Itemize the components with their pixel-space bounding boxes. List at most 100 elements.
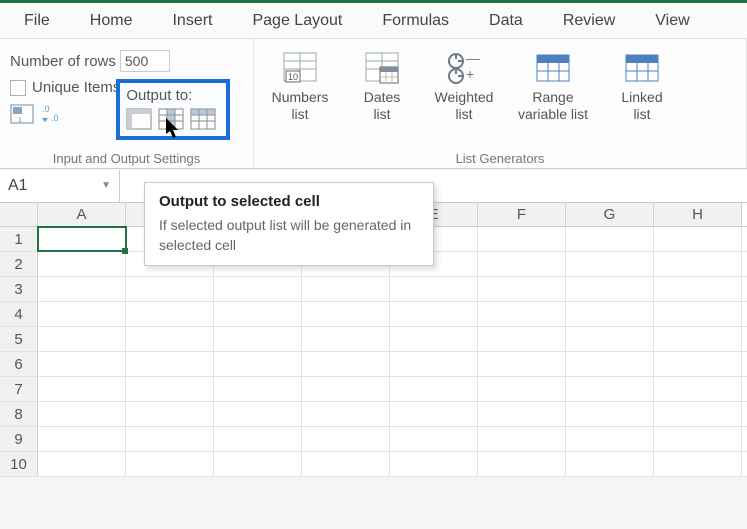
- tab-file[interactable]: File: [4, 3, 70, 39]
- cell[interactable]: [566, 252, 654, 276]
- col-header-g[interactable]: G: [566, 203, 654, 226]
- select-all-corner[interactable]: [0, 203, 38, 226]
- tab-formulas[interactable]: Formulas: [362, 3, 469, 39]
- col-header-f[interactable]: F: [478, 203, 566, 226]
- tab-data[interactable]: Data: [469, 3, 543, 39]
- row-header[interactable]: 9: [0, 427, 38, 451]
- output-to-column-icon[interactable]: [158, 108, 184, 130]
- cell[interactable]: [478, 227, 566, 251]
- cell[interactable]: [126, 452, 214, 476]
- cell[interactable]: [38, 427, 126, 451]
- cell[interactable]: [478, 427, 566, 451]
- cell[interactable]: [478, 302, 566, 326]
- cell[interactable]: [566, 452, 654, 476]
- decimal-toggle-icon[interactable]: .0.0: [40, 104, 64, 124]
- cell[interactable]: [38, 252, 126, 276]
- cell[interactable]: [654, 227, 742, 251]
- cell[interactable]: [302, 452, 390, 476]
- cell[interactable]: [390, 427, 478, 451]
- row-header[interactable]: 6: [0, 352, 38, 376]
- cell[interactable]: [566, 377, 654, 401]
- cell[interactable]: [126, 402, 214, 426]
- cell[interactable]: [478, 252, 566, 276]
- row-header[interactable]: 3: [0, 277, 38, 301]
- row-header[interactable]: 2: [0, 252, 38, 276]
- cell[interactable]: [38, 402, 126, 426]
- cell[interactable]: [390, 302, 478, 326]
- tab-home[interactable]: Home: [70, 3, 153, 39]
- cell[interactable]: [390, 327, 478, 351]
- cell[interactable]: [478, 452, 566, 476]
- cell[interactable]: [390, 452, 478, 476]
- cell[interactable]: [654, 452, 742, 476]
- cell[interactable]: [38, 352, 126, 376]
- cell[interactable]: [126, 352, 214, 376]
- cell[interactable]: [654, 352, 742, 376]
- cell[interactable]: [214, 377, 302, 401]
- cell[interactable]: [478, 327, 566, 351]
- cell[interactable]: [654, 277, 742, 301]
- cell[interactable]: [302, 277, 390, 301]
- cell[interactable]: [214, 452, 302, 476]
- cell[interactable]: [38, 452, 126, 476]
- unique-items-checkbox[interactable]: Unique Items: [10, 79, 120, 96]
- cell[interactable]: [126, 427, 214, 451]
- cell[interactable]: [302, 352, 390, 376]
- row-header[interactable]: 1: [0, 227, 38, 251]
- cell[interactable]: [126, 377, 214, 401]
- cell[interactable]: [214, 302, 302, 326]
- row-header[interactable]: 10: [0, 452, 38, 476]
- cell[interactable]: [566, 227, 654, 251]
- cell[interactable]: [302, 302, 390, 326]
- weighted-list-button[interactable]: —+ Weighted list: [428, 51, 500, 123]
- cell[interactable]: [566, 402, 654, 426]
- cell[interactable]: [214, 402, 302, 426]
- tab-review[interactable]: Review: [543, 3, 635, 39]
- cell[interactable]: [566, 352, 654, 376]
- cell[interactable]: [38, 227, 126, 251]
- cell[interactable]: [654, 252, 742, 276]
- cell[interactable]: [302, 427, 390, 451]
- cell[interactable]: [654, 377, 742, 401]
- col-header-h[interactable]: H: [654, 203, 742, 226]
- cell[interactable]: [38, 377, 126, 401]
- cell[interactable]: [214, 277, 302, 301]
- name-box[interactable]: A1 ▼: [0, 170, 120, 202]
- output-to-table-icon[interactable]: [190, 108, 216, 130]
- numbers-list-button[interactable]: 10 Numbers list: [264, 51, 336, 123]
- row-header[interactable]: 7: [0, 377, 38, 401]
- cell[interactable]: [390, 377, 478, 401]
- cell[interactable]: [126, 302, 214, 326]
- cell[interactable]: [38, 302, 126, 326]
- cell[interactable]: [302, 402, 390, 426]
- cell[interactable]: [566, 427, 654, 451]
- cell[interactable]: [390, 352, 478, 376]
- dates-list-button[interactable]: Dates list: [346, 51, 418, 123]
- cell[interactable]: [478, 352, 566, 376]
- cell[interactable]: [302, 377, 390, 401]
- cell[interactable]: [478, 277, 566, 301]
- row-header[interactable]: 4: [0, 302, 38, 326]
- cell[interactable]: [654, 327, 742, 351]
- cell[interactable]: [478, 377, 566, 401]
- tab-insert[interactable]: Insert: [152, 3, 232, 39]
- cell[interactable]: [126, 277, 214, 301]
- cell[interactable]: [214, 327, 302, 351]
- cell[interactable]: [654, 302, 742, 326]
- cell[interactable]: [214, 427, 302, 451]
- cell[interactable]: [302, 327, 390, 351]
- cell[interactable]: [126, 327, 214, 351]
- cell[interactable]: [654, 427, 742, 451]
- cell[interactable]: [390, 277, 478, 301]
- cell[interactable]: [566, 277, 654, 301]
- cell[interactable]: [566, 302, 654, 326]
- row-header[interactable]: 5: [0, 327, 38, 351]
- cell[interactable]: [566, 327, 654, 351]
- cell[interactable]: [38, 327, 126, 351]
- cell[interactable]: [390, 402, 478, 426]
- cell[interactable]: [214, 352, 302, 376]
- cell[interactable]: [654, 402, 742, 426]
- tab-page-layout[interactable]: Page Layout: [232, 3, 362, 39]
- cell[interactable]: [478, 402, 566, 426]
- linked-list-button[interactable]: Linked list: [606, 51, 678, 123]
